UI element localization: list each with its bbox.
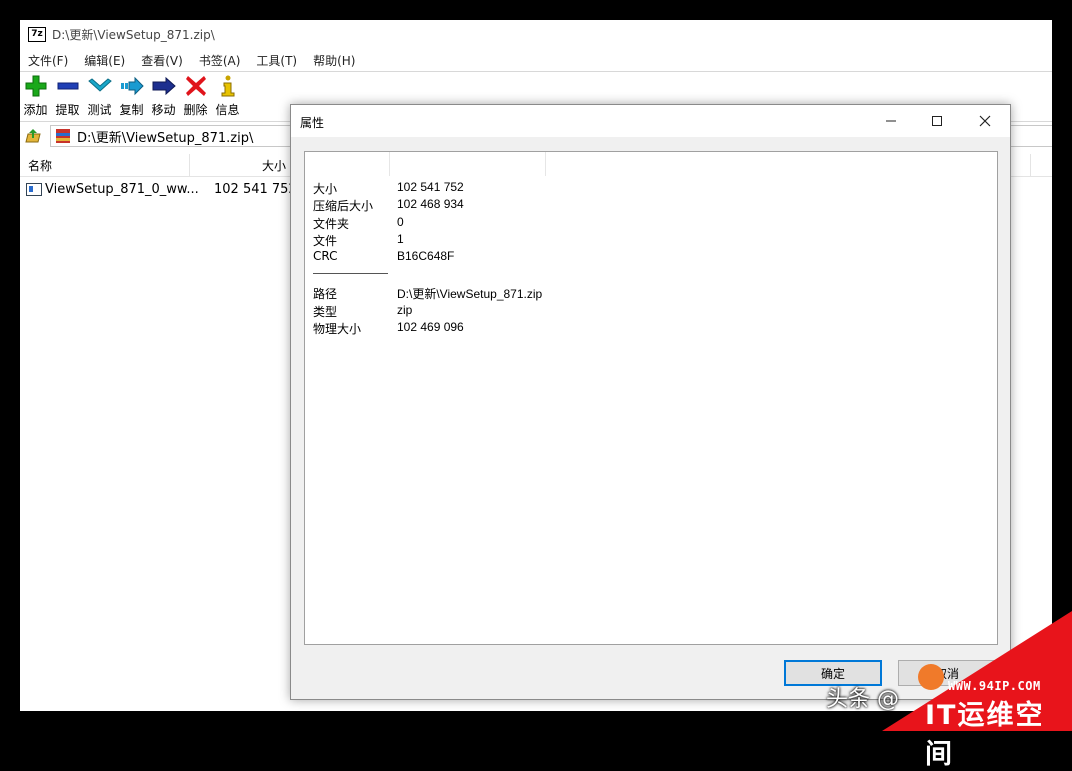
property-value: D:\更新\ViewSetup_871.zip (397, 287, 543, 301)
file-size: 102 541 752 (214, 182, 297, 197)
watermark-avatar (918, 664, 944, 690)
file-name: ViewSetup_871_0_ww... (45, 182, 199, 197)
move-label: 移动 (151, 103, 176, 117)
info-button[interactable]: 信息 (212, 74, 243, 120)
watermark-brand: IT运维空间 (925, 700, 1045, 770)
folder-up-icon (25, 129, 41, 143)
column-divider (545, 152, 546, 176)
watermark-url: WWW.94IP.COM (948, 679, 1041, 693)
menu-separator (20, 71, 1052, 72)
column-divider[interactable] (189, 154, 190, 176)
menu-edit[interactable]: 编辑(E) (84, 52, 125, 69)
column-divider (389, 152, 390, 176)
info-icon (214, 74, 242, 98)
add-plus-icon (22, 74, 50, 98)
close-icon (979, 115, 991, 127)
property-value: 0 (397, 215, 404, 229)
property-key: 文件 (313, 234, 338, 248)
property-key: CRC (313, 249, 338, 263)
property-key: 大小 (313, 182, 338, 196)
property-value: 102 541 752 (397, 180, 464, 194)
dialog-title-bar: 属性 (291, 105, 1010, 137)
toolbar: 添加 提取 测试 复制 移动 删除 信息 (20, 74, 244, 120)
property-value: B16C648F (397, 249, 455, 263)
extract-minus-icon (54, 74, 82, 98)
delete-label: 删除 (183, 103, 208, 117)
property-key: 文件夹 (313, 217, 350, 231)
close-button[interactable] (962, 105, 1008, 137)
maximize-button[interactable] (914, 105, 960, 137)
minimize-button[interactable] (868, 105, 914, 137)
property-key: 类型 (313, 305, 338, 319)
test-check-icon (86, 74, 114, 98)
watermark-toutiao: 头条 @ (826, 687, 899, 712)
file-icon (26, 183, 42, 196)
extract-button[interactable]: 提取 (52, 74, 83, 120)
menu-bar: 文件(F) 编辑(E) 查看(V) 书签(A) 工具(T) 帮助(H) (20, 50, 1052, 70)
menu-bookmarks[interactable]: 书签(A) (199, 52, 241, 69)
archive-icon (56, 129, 70, 143)
property-key: 物理大小 (313, 322, 362, 336)
table-row[interactable]: ViewSetup_871_0_ww... 102 541 752 (20, 180, 300, 198)
column-divider[interactable] (1030, 154, 1031, 176)
property-value: 102 469 096 (397, 320, 464, 334)
copy-arrow-icon (118, 74, 146, 98)
delete-button[interactable]: 删除 (180, 74, 211, 120)
folder-up-button[interactable] (22, 125, 44, 147)
property-value: zip (397, 303, 413, 317)
copy-label: 复制 (119, 103, 144, 117)
delete-x-icon (182, 74, 210, 98)
column-name[interactable]: 名称 (28, 157, 52, 174)
minimize-icon (886, 120, 896, 122)
menu-help[interactable]: 帮助(H) (313, 52, 355, 69)
address-path: D:\更新\ViewSetup_871.zip\ (77, 130, 254, 146)
menu-view[interactable]: 查看(V) (141, 52, 183, 69)
copy-button[interactable]: 复制 (116, 74, 147, 120)
add-button[interactable]: 添加 (20, 74, 51, 120)
property-value: 102 468 934 (397, 197, 464, 211)
properties-list[interactable]: 大小 102 541 752 压缩后大小 102 468 934 文件夹 0 文… (304, 151, 998, 645)
title-bar: 7z D:\更新\ViewSetup_871.zip\ (20, 20, 1052, 48)
maximize-icon (932, 116, 942, 126)
7zip-app-icon: 7z (28, 26, 46, 42)
move-arrow-icon (150, 74, 178, 98)
column-size[interactable]: 大小 (262, 157, 286, 174)
window-title: D:\更新\ViewSetup_871.zip\ (52, 27, 215, 42)
menu-file[interactable]: 文件(F) (28, 52, 68, 69)
dialog-title: 属性 (300, 116, 325, 130)
info-label: 信息 (215, 103, 240, 117)
property-key: 路径 (313, 287, 338, 301)
property-key: 压缩后大小 (313, 199, 374, 213)
test-label: 测试 (87, 103, 112, 117)
property-value: 1 (397, 232, 404, 246)
add-label: 添加 (23, 103, 48, 117)
property-separator (313, 273, 388, 274)
menu-tools[interactable]: 工具(T) (256, 52, 297, 69)
move-button[interactable]: 移动 (148, 74, 179, 120)
test-button[interactable]: 测试 (84, 74, 115, 120)
extract-label: 提取 (55, 103, 80, 117)
